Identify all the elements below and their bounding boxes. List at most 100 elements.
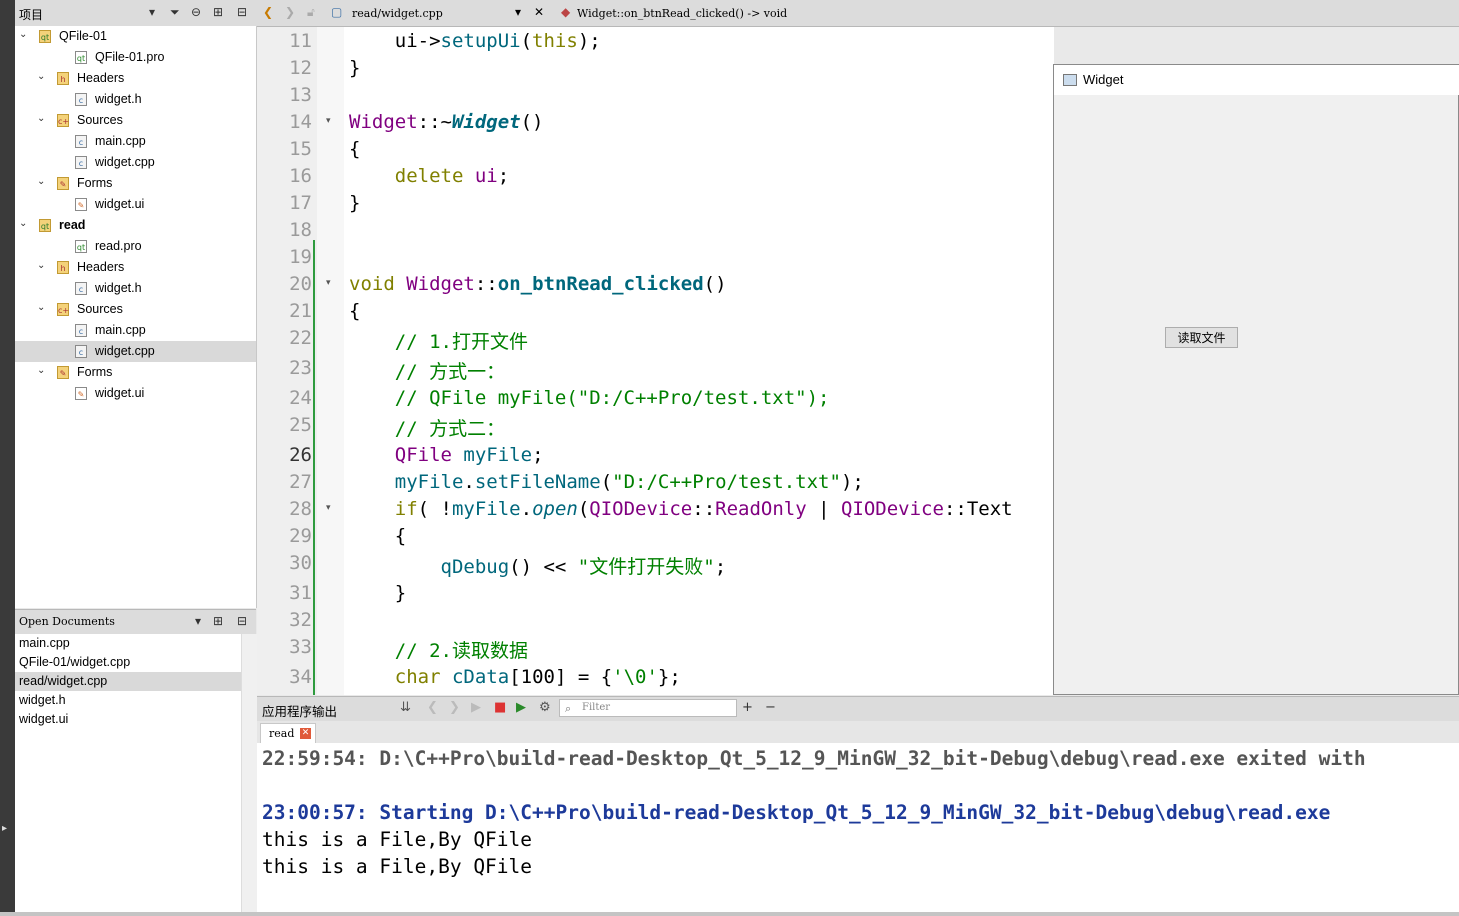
open-document-item[interactable]: QFile-01/widget.cpp: [15, 653, 241, 672]
tree-item-label: Forms: [77, 365, 113, 379]
dropdown-arrow-icon[interactable]: ▾: [195, 614, 201, 628]
open-document-label: read/widget.cpp: [19, 674, 108, 688]
line-number: 21: [289, 300, 312, 322]
link-icon[interactable]: ⊖: [191, 5, 201, 19]
tree-item[interactable]: ⌄ c+ Sources: [15, 110, 256, 131]
tree-item[interactable]: ⌄ ✎ Forms: [15, 173, 256, 194]
tree-item[interactable]: c main.cpp: [15, 131, 256, 152]
file-dropdown-icon[interactable]: ▾: [515, 5, 521, 19]
expand-chevron-icon[interactable]: ⌄: [37, 260, 45, 271]
tree-item[interactable]: ⌄ h Headers: [15, 257, 256, 278]
tree-item[interactable]: ⌄ ✎ Forms: [15, 362, 256, 383]
read-file-button[interactable]: 读取文件: [1165, 327, 1238, 348]
headers-folder-icon: h: [57, 261, 69, 274]
tree-item-label: QFile-01.pro: [95, 50, 165, 64]
split-icon[interactable]: ⊞: [213, 614, 223, 628]
open-document-item[interactable]: main.cpp: [15, 634, 241, 653]
zoom-out-icon[interactable]: −: [765, 700, 776, 715]
line-number: 11: [289, 30, 312, 52]
zoom-in-icon[interactable]: +: [742, 700, 753, 715]
code-line: if( !myFile.open(QIODevice::ReadOnly | Q…: [394, 498, 1013, 520]
open-document-item[interactable]: widget.ui: [15, 710, 241, 729]
close-document-icon[interactable]: ✕: [534, 5, 544, 19]
line-number: 32: [289, 609, 312, 631]
tree-item[interactable]: c widget.h: [15, 89, 256, 110]
expand-chevron-icon[interactable]: ⌄: [19, 29, 27, 40]
line-number: 12: [289, 57, 312, 79]
cpp-file-icon: c: [75, 156, 87, 169]
open-document-label: widget.h: [19, 693, 66, 707]
cpp-file-icon: c: [75, 135, 87, 148]
output-filter-input[interactable]: ⌕ Filter: [559, 699, 737, 717]
open-documents-scrollbar[interactable]: [241, 634, 257, 912]
open-document-item[interactable]: read/widget.cpp: [15, 672, 241, 691]
code-line: }: [349, 192, 361, 214]
line-number: 34: [289, 666, 312, 688]
settings-gear-icon[interactable]: ⚙: [539, 700, 551, 715]
project-folder-icon: qt: [39, 219, 51, 232]
current-file-label[interactable]: read/widget.cpp: [352, 7, 443, 20]
tree-item-label: widget.ui: [95, 386, 145, 400]
prev-icon[interactable]: ❮: [427, 700, 438, 715]
stop-icon[interactable]: ■: [494, 700, 506, 715]
close-pane-icon[interactable]: ⊟: [237, 5, 247, 19]
fold-marker-icon[interactable]: ▾: [326, 116, 331, 126]
tree-item[interactable]: c widget.h: [15, 278, 256, 299]
open-document-item[interactable]: widget.h: [15, 691, 241, 710]
line-number: 13: [289, 84, 312, 106]
run-icon[interactable]: ▶: [471, 700, 481, 715]
tree-item[interactable]: ⌄ qt read: [15, 215, 256, 236]
tree-item[interactable]: ⌄ h Headers: [15, 68, 256, 89]
fold-marker-icon[interactable]: ▾: [326, 503, 331, 513]
code-line: {: [349, 138, 361, 160]
close-tab-icon[interactable]: ✕: [300, 728, 311, 739]
line-number: 29: [289, 525, 312, 547]
tree-item[interactable]: c widget.cpp: [15, 341, 256, 362]
line-number: 27: [289, 471, 312, 493]
output-line: this is a File,By QFile: [262, 828, 533, 851]
close-pane-icon[interactable]: ⊟: [237, 614, 247, 628]
line-number: 20: [289, 273, 312, 295]
next-icon[interactable]: ❯: [449, 700, 460, 715]
cpp-file-icon: ▢: [331, 5, 343, 19]
tree-item-label: read.pro: [95, 239, 142, 253]
code-line: QFile myFile;: [394, 444, 544, 466]
debug-run-icon[interactable]: ▶: [516, 700, 526, 715]
output-tab-read[interactable]: read ✕: [260, 723, 316, 744]
expand-chevron-icon[interactable]: ⌄: [37, 71, 45, 82]
tree-item-label: main.cpp: [95, 134, 146, 148]
fold-marker-icon[interactable]: ▾: [326, 278, 331, 288]
tree-item-label: Headers: [77, 260, 125, 274]
code-line: }: [349, 582, 407, 604]
output-panel-title: 应用程序输出: [262, 704, 338, 719]
tree-item[interactable]: ⌄ c+ Sources: [15, 299, 256, 320]
output-panel-header: 应用程序输出 ⇊ ❮ ❯ ▶ ■ ▶ ⚙ ⌕ Filter + −: [257, 696, 1459, 722]
sources-folder-icon: c+: [57, 114, 69, 127]
tree-item[interactable]: ⌄ qt QFile-01: [15, 26, 256, 47]
expand-chevron-icon[interactable]: ⌄: [37, 365, 45, 376]
tree-item[interactable]: c main.cpp: [15, 320, 256, 341]
filter-icon[interactable]: ⏷: [170, 5, 180, 20]
expand-arrow-icon[interactable]: ▸: [2, 823, 7, 834]
split-icon[interactable]: ⊞: [213, 5, 223, 19]
tree-item[interactable]: qt read.pro: [15, 236, 256, 257]
line-number: 24: [289, 387, 312, 409]
back-arrow-icon[interactable]: ❮: [263, 5, 273, 19]
tree-item-label: Sources: [77, 302, 123, 316]
tree-item[interactable]: qt QFile-01.pro: [15, 47, 256, 68]
forward-arrow-icon[interactable]: ❯: [285, 5, 295, 19]
expand-chevron-icon[interactable]: ⌄: [37, 302, 45, 313]
expand-chevron-icon[interactable]: ⌄: [37, 113, 45, 124]
method-icon: ◆: [561, 5, 571, 19]
tree-item[interactable]: ✎ widget.ui: [15, 194, 256, 215]
code-line: void Widget::on_btnRead_clicked(): [349, 273, 727, 295]
expand-chevron-icon[interactable]: ⌄: [19, 218, 27, 229]
cpp-file-icon: c: [75, 93, 87, 106]
expand-chevron-icon[interactable]: ⌄: [37, 176, 45, 187]
dropdown-arrow-icon[interactable]: ▾: [149, 5, 155, 19]
attach-icon[interactable]: ⇊: [400, 700, 411, 715]
symbol-label[interactable]: Widget::on_btnRead_clicked() -> void: [577, 7, 787, 20]
tree-item[interactable]: ✎ widget.ui: [15, 383, 256, 404]
window-title-bar[interactable]: Widget: [1054, 65, 1459, 95]
tree-item[interactable]: c widget.cpp: [15, 152, 256, 173]
